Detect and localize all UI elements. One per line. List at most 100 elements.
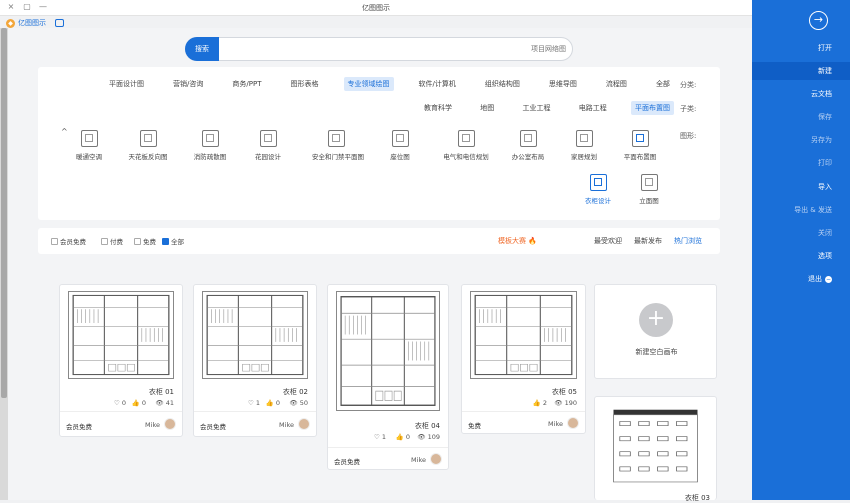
author-name: Mike [411,456,426,464]
type-orgchart[interactable]: 组织结构图 [481,77,524,91]
search-input[interactable] [222,42,566,56]
graphic-office-layout[interactable]: 办公室布局 [504,130,552,161]
plus-icon: + [639,303,673,337]
check-paid[interactable]: 付费 [101,236,123,246]
checkbox-icon [162,237,169,245]
scrollbar-thumb[interactable] [1,28,7,398]
template-name: 衣柜 05 [551,388,577,396]
graphic-electrical[interactable]: 电气和电信规划 [442,130,490,161]
view-count: 👁 109 [417,433,440,441]
type-software[interactable]: 软件/计算机 [415,77,460,91]
fav-count: ♡ 0 [113,399,126,407]
security-icon [327,130,345,147]
like-count: 👍 0 [131,399,146,407]
likes-value: 0 [275,399,280,407]
favs-value: 1 [255,399,260,407]
wardrobe-drawing [474,294,573,376]
hvac-icon [80,130,98,147]
menu-cloud[interactable]: 云文档 [752,85,850,103]
type-label: 分类: [680,81,697,89]
menu-save-as[interactable]: 另存为 [752,131,850,149]
check-label: 会员免费 [60,238,86,246]
template-card[interactable]: 衣柜 03 [594,396,717,502]
display-wall-drawing [613,409,698,483]
tab-contest[interactable]: 模板大赛 🔥 [498,236,537,246]
likes-value: 2 [542,399,547,407]
menu-exit-label: 退出 [808,275,822,283]
likes-value: 0 [405,433,410,441]
graphic-garden[interactable]: 花园设计 [244,130,292,161]
subtype-circuit[interactable]: 电路工程 [575,101,611,115]
template-thumbnail [68,291,174,379]
subtype-floorplan[interactable]: 平面布置图 [631,101,674,115]
graphic-fire-escape[interactable]: 消防疏散图 [186,130,234,161]
new-blank-canvas-card[interactable]: + 新建空白画布 [594,284,717,379]
search-button[interactable]: 搜索 [185,37,219,61]
views-value: 50 [299,399,308,407]
office-layout-icon [519,130,537,147]
template-card[interactable]: 衣柜 04 👁 109 👍 0 ♡ 1 Mike 会员免费 [327,284,449,470]
type-marketing[interactable]: 营销/咨询 [169,77,207,91]
graphic-floorplan[interactable]: 平面布置图 [616,130,664,161]
graphic-seating[interactable]: 座位图 [376,130,424,161]
graphic-elevation[interactable]: 立面图 [625,174,673,205]
type-graphic-table[interactable]: 图形表格 [286,77,322,91]
menu-exit[interactable]: 退出 − [752,270,850,288]
window-title: 亿图图示 [362,4,390,12]
subtype-row: 平面布置图 电路工程 工业工程 地图 教育科学 [420,101,674,115]
like-count: 👍 2 [532,399,547,407]
file-menu-panel: → 打开 新建 云文档 保存 另存为 打印 导入 导出 & 发送 关闭 选项 退… [752,0,850,500]
menu-open[interactable]: 打开 [752,39,850,57]
menu-export[interactable]: 导出 & 发送 [752,201,850,219]
type-graphic-design[interactable]: 平面设计图 [105,77,148,91]
exit-icon: − [825,276,832,283]
graphic-ceiling[interactable]: 天花板反向图 [124,130,172,161]
fire-icon: 🔥 [528,237,537,245]
check-free[interactable]: 免费 [134,236,156,246]
wardrobe-icon [589,174,607,191]
feedback-icon[interactable] [55,19,64,27]
sort-bar: 热门浏览 最新发布 最受欢迎 模板大赛 🔥 全部 免费 付费 会员免费 [38,228,720,254]
menu-new[interactable]: 新建 [752,62,850,80]
template-thumbnail [202,291,308,379]
tab-hot[interactable]: 热门浏览 [674,236,702,246]
menu-options[interactable]: 选项 [752,247,850,265]
back-arrow-icon[interactable]: → [809,11,828,30]
menu-print[interactable]: 打印 [752,154,850,172]
menu-close[interactable]: 关闭 [752,224,850,242]
type-mindmap[interactable]: 思维导图 [545,77,581,91]
template-name: 衣柜 02 [282,388,308,396]
type-all[interactable]: 全部 [652,77,674,91]
template-card[interactable]: 衣柜 02 👁 50 👍 0 ♡ 1 Mike 会员免费 [193,284,317,437]
tab-newest[interactable]: 最新发布 [634,236,662,246]
vertical-scrollbar[interactable] [0,28,8,500]
check-label: 全部 [171,238,184,246]
type-flowchart[interactable]: 流程图 [602,77,631,91]
graphic-hvac[interactable]: 暖通空调 [65,130,113,161]
divider [462,411,585,412]
type-professional[interactable]: 专业领域绘图 [343,77,394,91]
graphic-wardrobe[interactable]: 衣柜设计 [574,174,622,205]
graphic-security[interactable]: 安全和门禁平面图 [312,130,364,161]
check-member-free[interactable]: 会员免费 [51,236,86,246]
subtype-map[interactable]: 地图 [476,101,498,115]
template-thumbnail [470,291,577,379]
divider [194,411,316,412]
home-plan-icon [575,130,593,147]
menu-import[interactable]: 导入 [752,178,850,196]
author-name: Mike [279,421,294,429]
subtype-education[interactable]: 教育科学 [420,101,456,115]
divider [60,411,182,412]
template-card[interactable]: 衣柜 05 👁 190 👍 2 Mike 免费 [461,284,586,434]
subtype-industrial[interactable]: 工业工程 [519,101,555,115]
favs-value: 1 [381,433,386,441]
tab-popular[interactable]: 最受欢迎 [594,236,622,246]
menu-save[interactable]: 保存 [752,108,850,126]
template-name: 衣柜 04 [414,422,440,430]
edraw-logo-icon: ◆ [6,18,15,28]
type-business[interactable]: 商务/PPT [228,77,265,91]
graphic-home-plan[interactable]: 家居规划 [560,130,608,161]
electrical-icon [457,130,475,147]
template-card[interactable]: 衣柜 01 👁 41 👍 0 ♡ 0 Mike 会员免费 [59,284,183,437]
check-all[interactable]: 全部 [162,236,184,246]
